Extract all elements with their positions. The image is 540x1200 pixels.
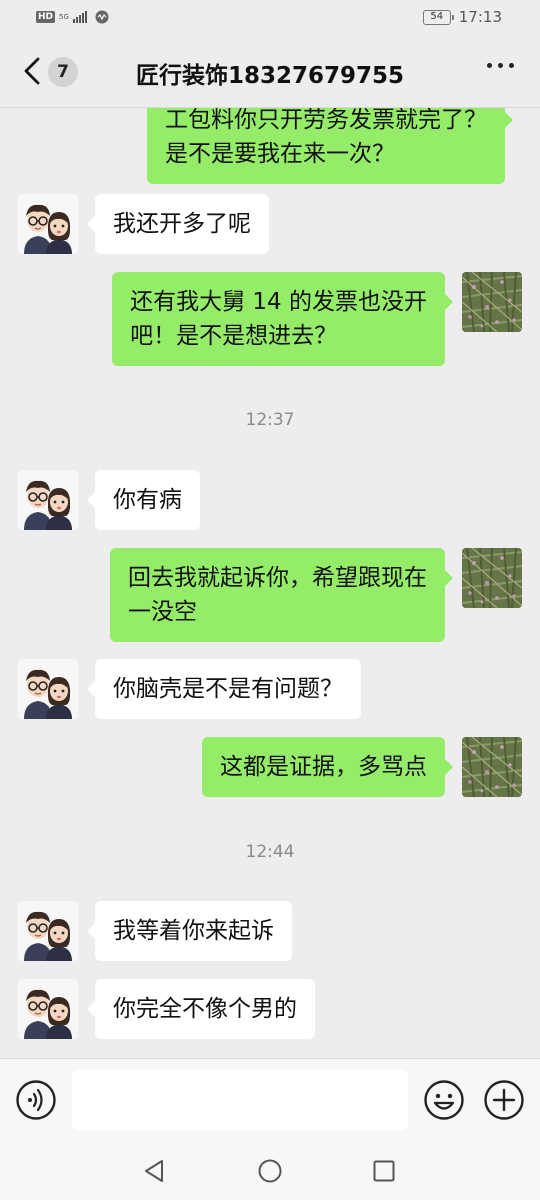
- message-bubble-self[interactable]: 工包料你只开劳务发票就完了？ 是不是要我在来一次？: [147, 108, 513, 184]
- message-row: 我等着你来起诉: [18, 901, 292, 961]
- couple-cartoon-avatar[interactable]: [18, 979, 78, 1039]
- couple-cartoon-avatar[interactable]: [18, 901, 78, 961]
- battery-level: 54: [430, 10, 444, 22]
- system-nav-bar: [0, 1140, 540, 1200]
- message-row: 你完全不像个男的: [18, 979, 315, 1039]
- nav-back-icon[interactable]: [143, 1159, 165, 1183]
- message-bubble-other[interactable]: 你有病: [87, 470, 200, 530]
- chat-header: 7 匠行装饰18327679755: [0, 36, 540, 108]
- status-right: 54 17:13: [422, 8, 502, 26]
- message-row: 工包料你只开劳务发票就完了？ 是不是要我在来一次？: [147, 108, 522, 184]
- plus-icon[interactable]: [484, 1080, 524, 1120]
- timestamp: 12:44: [245, 842, 295, 862]
- status-bar: HD 5G 54 17:13: [0, 0, 540, 36]
- message-list[interactable]: 工包料你只开劳务发票就完了？ 是不是要我在来一次？ 我还开多了呢 还有我大舅 1…: [0, 108, 540, 1058]
- message-bubble-self[interactable]: 这都是证据，多骂点: [202, 737, 453, 797]
- message-row: 你有病: [18, 470, 200, 530]
- emoji-icon[interactable]: [424, 1080, 464, 1120]
- message-line: 你完全不像个男的: [113, 996, 297, 1022]
- status-left: HD 5G: [36, 10, 109, 24]
- message-input[interactable]: [72, 1070, 408, 1130]
- message-row: 我还开多了呢: [18, 194, 269, 254]
- couple-cartoon-avatar[interactable]: [18, 659, 78, 719]
- grass-avatar[interactable]: [462, 737, 522, 797]
- input-bar: [0, 1058, 540, 1140]
- message-bubble-other[interactable]: 我等着你来起诉: [87, 901, 292, 961]
- wechat-status-icon: [95, 10, 109, 24]
- message-row: 这都是证据，多骂点: [202, 737, 522, 797]
- nav-home-icon[interactable]: [258, 1159, 282, 1183]
- hd-indicator: HD: [36, 11, 56, 23]
- signal-icon: [72, 11, 87, 23]
- timestamp: 12:37: [245, 410, 295, 430]
- network-type: 5G: [59, 12, 69, 21]
- couple-cartoon-avatar[interactable]: [18, 470, 78, 530]
- chat-title: 匠行装饰18327679755: [135, 63, 405, 89]
- unread-count-badge[interactable]: 7: [48, 57, 78, 87]
- grass-avatar[interactable]: [462, 272, 522, 332]
- more-dots-icon[interactable]: [487, 63, 514, 68]
- message-row: 你脑壳是不是有问题？: [18, 659, 361, 719]
- chevron-left-icon[interactable]: [20, 56, 42, 86]
- message-line: 还有我大舅 14 的发票也没开: [130, 289, 427, 315]
- message-bubble-other[interactable]: 你脑壳是不是有问题？: [87, 659, 361, 719]
- couple-cartoon-avatar[interactable]: [18, 194, 78, 254]
- message-line: 你脑壳是不是有问题？: [113, 676, 343, 702]
- grass-avatar[interactable]: [462, 548, 522, 608]
- message-line: 这都是证据，多骂点: [220, 754, 427, 780]
- message-bubble-other[interactable]: 我还开多了呢: [87, 194, 269, 254]
- message-row: 回去我就起诉你，希望跟现在 一没空: [110, 548, 522, 642]
- nav-recent-icon[interactable]: [373, 1160, 395, 1182]
- message-bubble-self[interactable]: 还有我大舅 14 的发票也没开 吧！是不是想进去？: [112, 272, 453, 366]
- battery-icon: 54: [422, 9, 454, 25]
- clock: 17:13: [458, 8, 502, 26]
- message-line: 是不是要我在来一次？: [165, 141, 395, 167]
- message-line: 工包料你只开劳务发票就完了？: [165, 108, 487, 133]
- network-indicator: 5G: [59, 12, 69, 21]
- message-line: 我等着你来起诉: [113, 918, 274, 944]
- message-bubble-self[interactable]: 回去我就起诉你，希望跟现在 一没空: [110, 548, 453, 642]
- message-line: 回去我就起诉你，希望跟现在: [128, 565, 427, 591]
- message-row: 还有我大舅 14 的发票也没开 吧！是不是想进去？: [112, 272, 522, 366]
- message-line: 吧！是不是想进去？: [130, 323, 338, 349]
- message-line: 一没空: [128, 599, 197, 625]
- voice-icon[interactable]: [16, 1080, 56, 1120]
- message-line: 你有病: [113, 487, 182, 513]
- message-line: 我还开多了呢: [113, 211, 251, 237]
- message-bubble-other[interactable]: 你完全不像个男的: [87, 979, 315, 1039]
